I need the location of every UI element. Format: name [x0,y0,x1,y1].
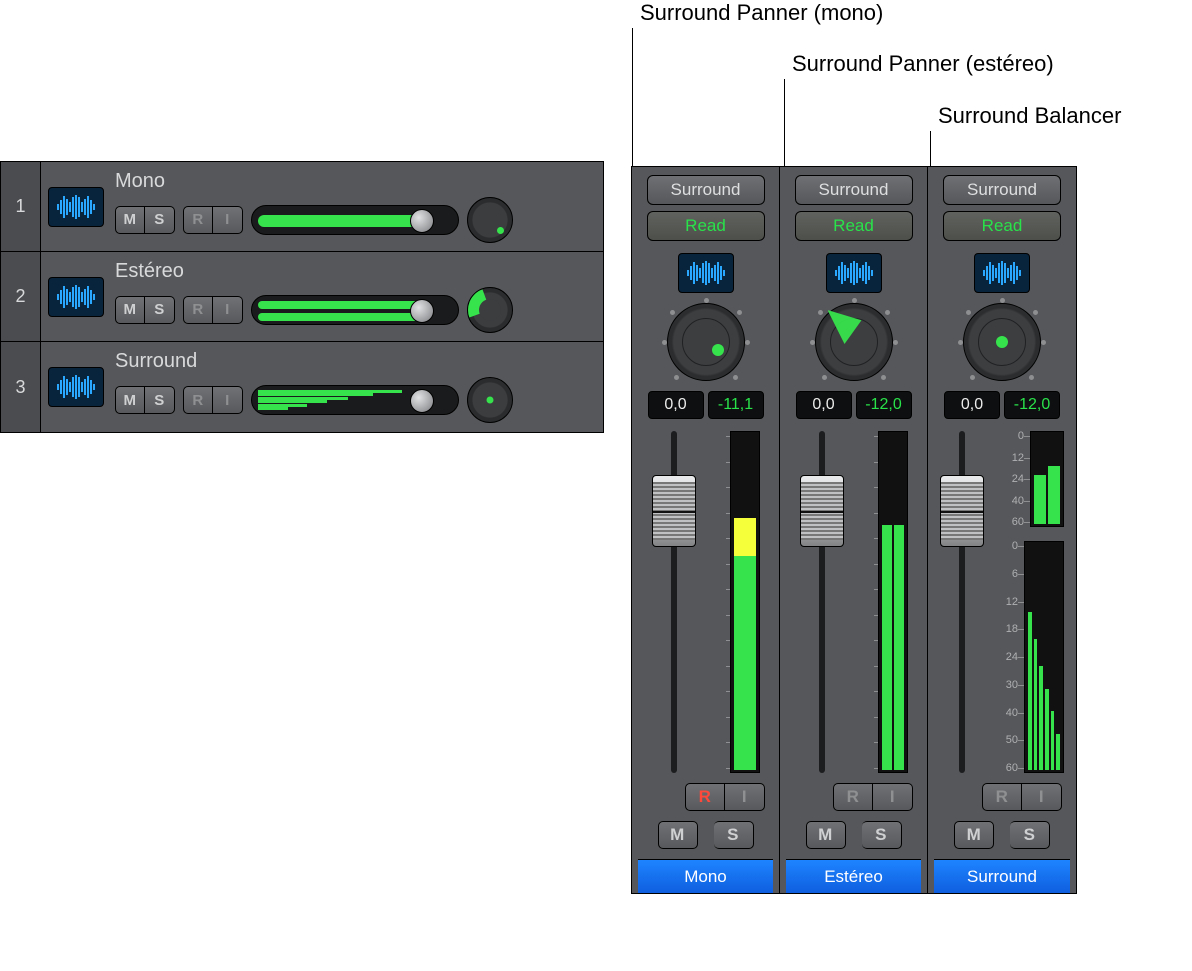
track-number: 3 [1,342,41,432]
record-enable-button[interactable]: R [685,783,725,811]
input-monitor-button[interactable]: I [213,386,243,414]
automation-mode[interactable]: Read [943,211,1061,241]
channel-name[interactable]: Surround [934,859,1070,893]
solo-button[interactable]: S [714,821,754,849]
level-meter [1030,431,1064,527]
output-slot[interactable]: Surround [647,175,765,205]
track-list: 1 Mono M S R I [0,161,604,433]
channel-name[interactable]: Mono [638,859,773,893]
callout-mono: Surround Panner (mono) [640,0,883,26]
track-row[interactable]: 2 Estéreo M S R I [1,252,603,342]
mute-button[interactable]: M [115,206,145,234]
level-meter [730,431,760,773]
waveform-icon [826,253,882,293]
record-enable-button[interactable]: R [183,386,213,414]
volume-fader[interactable] [800,431,844,773]
volume-fader[interactable] [940,431,984,773]
waveform-icon [48,277,104,317]
input-monitor-button[interactable]: I [213,296,243,324]
level-meter [1024,541,1064,773]
track-type-icon-area [41,162,111,251]
peak-readout[interactable]: -12,0 [1004,391,1060,419]
volume-fader[interactable] [652,431,696,773]
channel-strip-mono: Surround Read 0,0 -11,1 0369121518212430… [632,167,780,893]
track-name: Estéreo [115,261,603,281]
input-monitor-button[interactable]: I [1022,783,1062,811]
mute-button[interactable]: M [115,386,145,414]
channel-strip-surround: Surround Read 0,0 -12,0 [928,167,1076,893]
input-monitor-button[interactable]: I [725,783,765,811]
channel-strip-stereo: Surround Read 0,0 -12,0 0369121518212430… [780,167,928,893]
record-enable-button[interactable]: R [183,206,213,234]
surround-panner[interactable] [815,303,893,381]
input-monitor-button[interactable]: I [213,206,243,234]
mute-button[interactable]: M [954,821,994,849]
track-number: 1 [1,162,41,251]
track-row[interactable]: 3 Surround M S R I [1,342,603,432]
volume-slider[interactable] [251,205,459,235]
record-enable-button[interactable]: R [982,783,1022,811]
surround-balancer[interactable] [963,303,1041,381]
record-enable-button[interactable]: R [833,783,873,811]
solo-button[interactable]: S [1010,821,1050,849]
solo-button[interactable]: S [145,296,175,324]
pan-knob[interactable] [467,377,513,423]
mute-button[interactable]: M [115,296,145,324]
solo-button[interactable]: S [145,206,175,234]
input-monitor-button[interactable]: I [873,783,913,811]
output-slot[interactable]: Surround [943,175,1061,205]
waveform-icon [974,253,1030,293]
callout-stereo: Surround Panner (estéreo) [792,51,1054,77]
track-name: Mono [115,171,603,191]
peak-readout[interactable]: -11,1 [708,391,764,419]
solo-button[interactable]: S [145,386,175,414]
mute-button[interactable]: M [806,821,846,849]
volume-slider[interactable] [251,295,459,325]
meter-scale: 0612182430405060 [1006,541,1018,773]
output-slot[interactable]: Surround [795,175,913,205]
automation-mode[interactable]: Read [647,211,765,241]
meter-scale: 012244060 [1012,431,1024,527]
level-meter [878,431,908,773]
gain-readout[interactable]: 0,0 [944,391,1000,419]
gain-readout[interactable]: 0,0 [796,391,852,419]
track-name: Surround [115,351,603,371]
gain-readout[interactable]: 0,0 [648,391,704,419]
solo-button[interactable]: S [862,821,902,849]
channel-name[interactable]: Estéreo [786,859,921,893]
volume-slider[interactable] [251,385,459,415]
track-row[interactable]: 1 Mono M S R I [1,162,603,252]
mute-button[interactable]: M [658,821,698,849]
peak-readout[interactable]: -12,0 [856,391,912,419]
pan-knob[interactable] [467,287,513,333]
surround-panner[interactable] [667,303,745,381]
waveform-icon [48,187,104,227]
waveform-icon [678,253,734,293]
automation-mode[interactable]: Read [795,211,913,241]
callout-bal: Surround Balancer [938,103,1121,129]
waveform-icon [48,367,104,407]
record-enable-button[interactable]: R [183,296,213,324]
pan-knob[interactable] [467,197,513,243]
mixer: Surround Read 0,0 -11,1 0369121518212430… [631,166,1077,894]
track-number: 2 [1,252,41,341]
